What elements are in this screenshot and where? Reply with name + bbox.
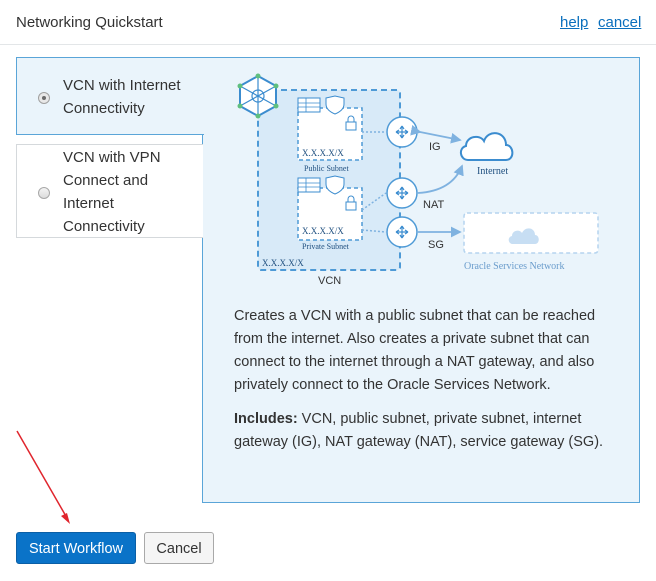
radio-button[interactable] [38, 187, 50, 199]
cancel-link[interactable]: cancel [598, 14, 641, 31]
nat-gateway-icon [386, 177, 418, 209]
includes-label: Includes: [234, 411, 298, 427]
includes-paragraph: Includes: VCN, public subnet, private su… [234, 408, 606, 454]
option-vcn-vpn-internet[interactable]: VCN with VPN Connect and Internet Connec… [16, 144, 203, 238]
private-subnet-cidr: X.X.X.X/X [302, 226, 344, 236]
internet-cloud-icon [460, 132, 514, 161]
option-label: VCN with VPN Connect and Internet Connec… [63, 149, 161, 235]
option-label: VCN with Internet Connectivity [63, 77, 181, 117]
vcn-architecture-diagram: X.X.X.X/X Public Subnet X.X.X.X/X Privat… [237, 73, 599, 287]
vcn-label: VCN [318, 275, 341, 287]
private-subnet-label: Private Subnet [302, 242, 350, 251]
help-link[interactable]: help [560, 14, 588, 31]
sg-label: SG [428, 239, 444, 251]
option-description: Creates a VCN with a public subnet that … [234, 305, 606, 465]
internet-label: Internet [477, 166, 508, 177]
internet-gateway-icon [386, 116, 418, 148]
oracle-services-label: Oracle Services Network [464, 261, 565, 272]
radio-button-selected[interactable] [38, 92, 50, 104]
ig-label: IG [429, 141, 441, 153]
server-icon [297, 177, 321, 193]
dialog-header: Networking Quickstart help cancel [0, 0, 656, 45]
service-gateway-icon [386, 216, 418, 248]
public-subnet-cidr: X.X.X.X/X [302, 148, 344, 158]
dialog-title: Networking Quickstart [16, 14, 163, 31]
public-subnet-label: Public Subnet [304, 164, 349, 173]
vcn-cidr: X.X.X.X/X [262, 258, 304, 268]
server-icon [297, 97, 321, 113]
start-workflow-button[interactable]: Start Workflow [16, 532, 136, 564]
option-vcn-internet[interactable]: VCN with Internet Connectivity [16, 57, 204, 135]
nat-label: NAT [423, 199, 444, 211]
description-text: Creates a VCN with a public subnet that … [234, 308, 596, 393]
cancel-button[interactable]: Cancel [144, 532, 214, 564]
